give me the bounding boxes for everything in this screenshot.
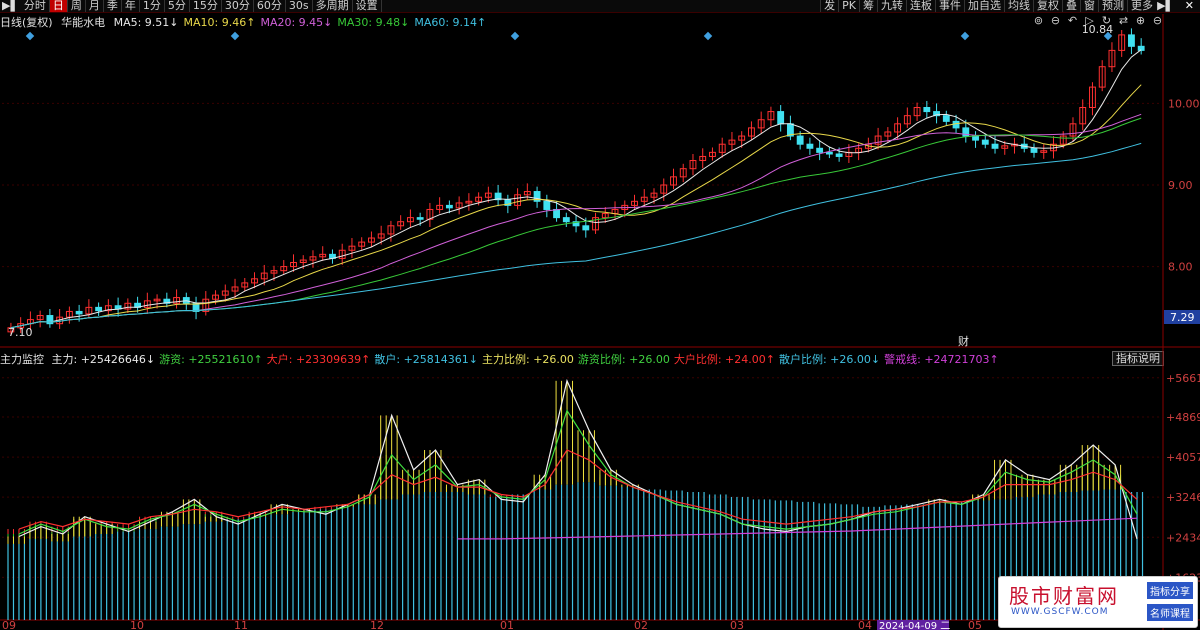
candle-body-9 (95, 306, 103, 312)
time-highlight-label: 2024-04-09 二 (879, 621, 950, 630)
time-tick-label-1: 10 (130, 619, 144, 630)
price-tick-label-0: 10.00 (1168, 97, 1200, 110)
candle-body-85 (835, 153, 843, 157)
candle-body-99 (972, 135, 979, 141)
candle-body-105 (1030, 147, 1038, 153)
candle-body-42 (416, 217, 424, 220)
time-tick-label-7: 04 (858, 619, 872, 630)
candle-body-7 (75, 310, 83, 315)
time-tick-label-6: 03 (730, 619, 744, 630)
candle-body-115 (1128, 34, 1135, 47)
low-price-label: 7.10 (8, 326, 33, 339)
watermark-name: 股市财富网 (1009, 584, 1119, 608)
time-tick-label-3: 12 (370, 619, 384, 630)
candle-body-59 (582, 225, 590, 231)
candle-body-79 (777, 111, 785, 125)
candle-body-100 (981, 139, 989, 145)
price-tick-label-2: 8.00 (1168, 261, 1193, 274)
indicator-tick-label-0: +5661 (1166, 372, 1200, 385)
watermark-tag-course: 名师课程 (1147, 604, 1193, 621)
last-price-label: 7.29 (1170, 311, 1195, 324)
candle-body-56 (553, 208, 560, 219)
ma-line-10 (10, 84, 1142, 329)
time-tick-label-2: 11 (234, 619, 248, 630)
event-marker-3 (703, 31, 713, 41)
ma-line-5 (10, 49, 1142, 329)
indicator-tick-label-3: +3246 (1166, 491, 1200, 504)
candle-body-96 (942, 115, 950, 122)
candle-body-45 (445, 204, 453, 209)
time-tick-label-5: 02 (634, 619, 648, 630)
event-marker-2 (510, 31, 520, 41)
event-marker-4 (960, 31, 970, 41)
candle-body-55 (543, 200, 551, 210)
candle-body-81 (796, 135, 804, 145)
indicator-tick-label-2: +4057 (1166, 451, 1200, 464)
candle-body-83 (816, 147, 824, 153)
candle-body-82 (806, 143, 814, 149)
candle-body-94 (923, 107, 931, 113)
watermark-logo: 股市财富网 WWW.GSCFW.COM 指标分享 名师课程 (998, 576, 1198, 628)
event-marker-0 (25, 31, 35, 41)
candle-body-97 (952, 120, 960, 129)
time-tick-label-8: 05 (968, 619, 982, 630)
time-tick-label-4: 01 (500, 619, 514, 630)
indicator-tick-label-1: +4869 (1166, 411, 1200, 424)
ma-lines (10, 49, 1142, 329)
indicator-tick-label-4: +2434 (1166, 531, 1200, 544)
candle-body-57 (562, 217, 570, 223)
watermark-tag-share: 指标分享 (1147, 582, 1193, 599)
candlestick-series (7, 28, 1145, 336)
stock-chart[interactable]: 10.009.008.007.2910.847.10财+5661+4869+40… (0, 0, 1200, 630)
candle-body-84 (825, 151, 833, 155)
time-tick-label-0: 09 (2, 619, 16, 630)
event-marker-1 (230, 31, 240, 41)
financial-report-marker: 财 (958, 334, 969, 348)
ma-line-60 (10, 142, 1142, 329)
watermark-url: WWW.GSCFW.COM (1011, 607, 1109, 617)
price-tick-label-1: 9.00 (1168, 179, 1193, 192)
candle-body-101 (991, 143, 999, 149)
